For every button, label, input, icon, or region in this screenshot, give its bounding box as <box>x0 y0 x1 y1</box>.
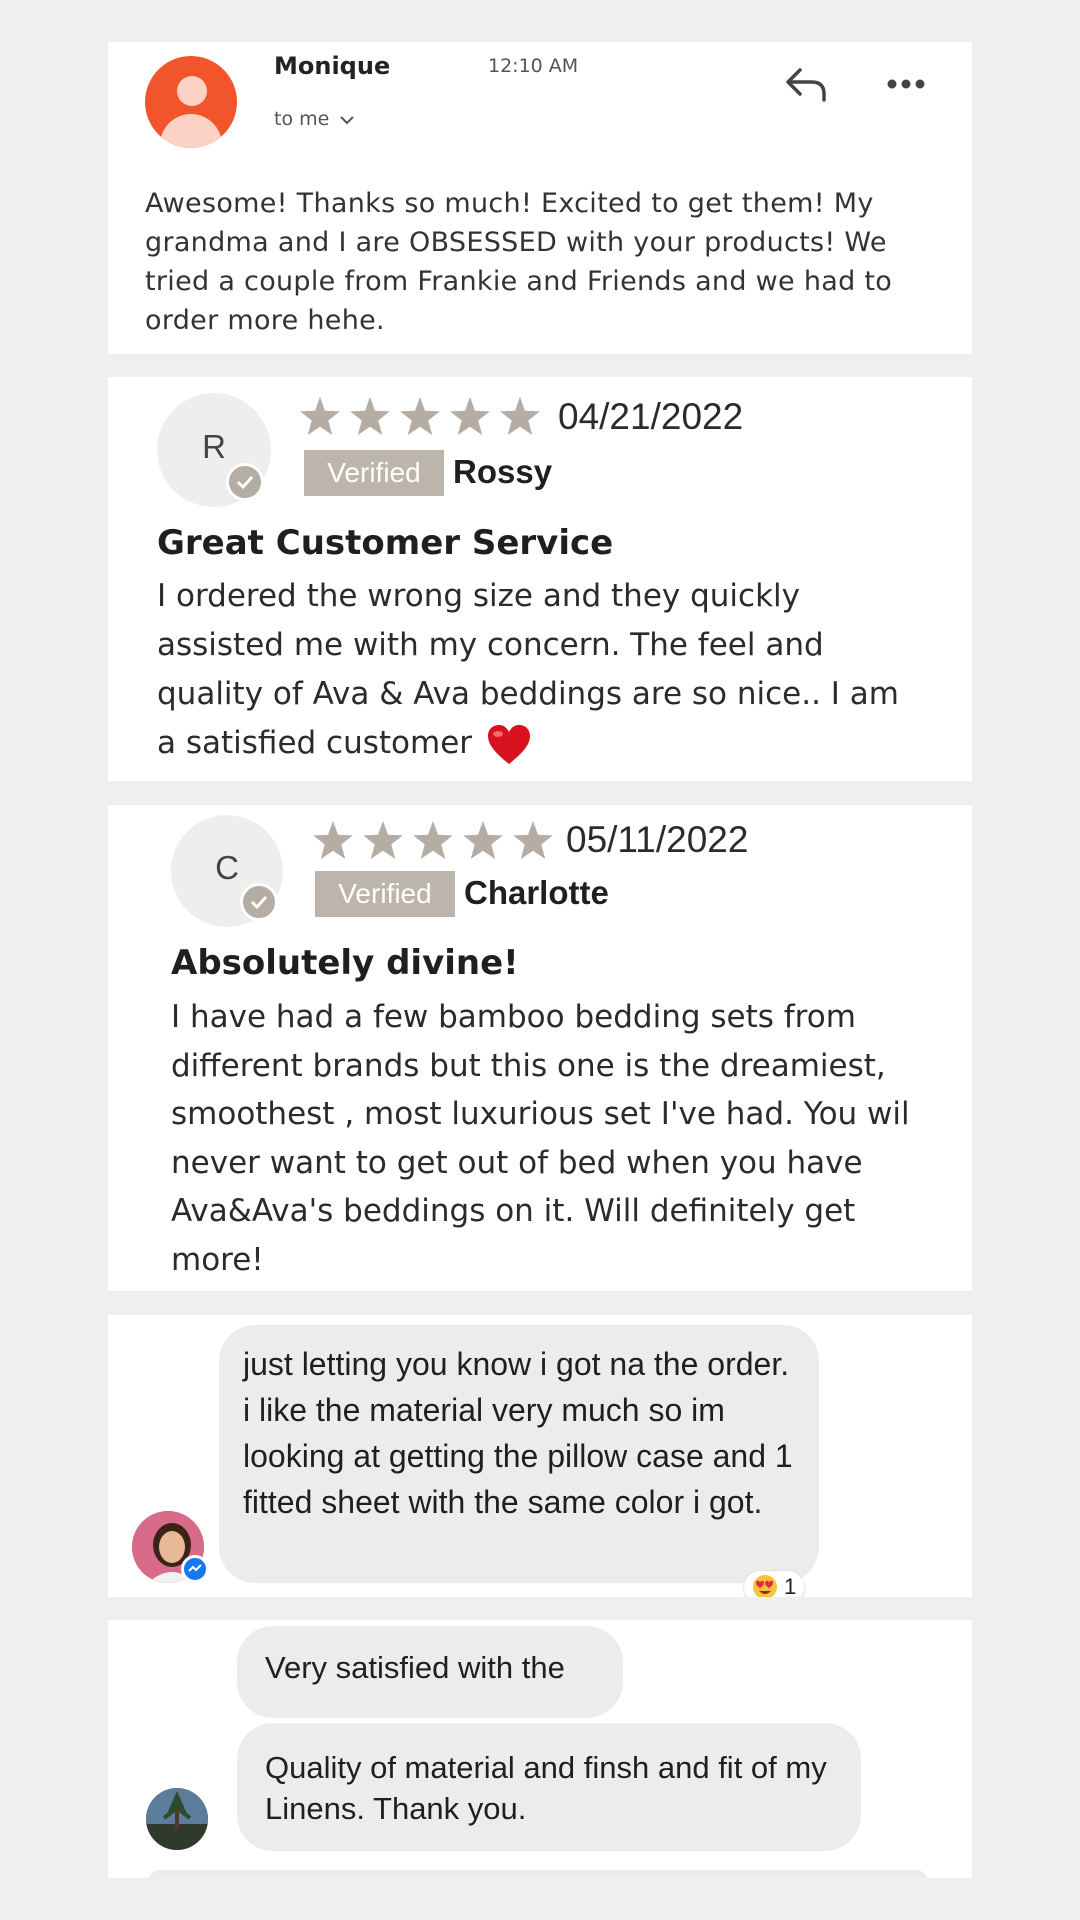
star-icon <box>300 397 340 435</box>
heart-icon <box>487 724 530 764</box>
sender-avatar[interactable] <box>145 56 237 148</box>
chevron-down-icon <box>340 115 355 124</box>
reaction-count: 1 <box>784 1574 797 1597</box>
star-icon <box>500 397 540 435</box>
message-bubble[interactable]: Very satisfied with the <box>237 1626 623 1718</box>
messenger-card: Very satisfied with the Quality of mater… <box>108 1620 972 1878</box>
email-time: 12:10 AM <box>488 55 579 77</box>
message-bubble[interactable]: Quality of material and finsh and fit of… <box>237 1723 861 1851</box>
reply-icon[interactable] <box>784 64 830 104</box>
recipient-label: to me <box>274 108 330 130</box>
star-rating <box>313 821 553 859</box>
recipient-toggle[interactable]: to me <box>274 108 355 130</box>
review-text: I have had a few bamboo bedding sets fro… <box>171 999 910 1278</box>
message-reaction[interactable]: 1 <box>744 1571 805 1597</box>
messenger-card: just letting you know i got na the order… <box>108 1315 972 1597</box>
more-icon[interactable] <box>886 78 926 90</box>
avatar-body-shape <box>160 114 222 148</box>
star-icon <box>413 821 453 859</box>
avatar-head-shape <box>177 76 207 106</box>
partial-message-bubble <box>148 1870 928 1878</box>
review-date: 05/11/2022 <box>566 819 749 860</box>
reviewer-name: Rossy <box>453 453 553 490</box>
heart-eyes-emoji-icon <box>753 1575 777 1597</box>
review-card: R 04/21/2022 Verified Rossy Great Custom… <box>108 377 972 781</box>
star-icon <box>463 821 503 859</box>
verified-check-icon <box>240 883 278 921</box>
reviewer-name: Charlotte <box>464 874 609 911</box>
email-message-card: Monique 12:10 AM to me Awesome! Thanks s… <box>108 42 972 354</box>
sender-name[interactable]: Monique <box>274 52 390 80</box>
star-icon <box>450 397 490 435</box>
star-icon <box>400 397 440 435</box>
review-card: C 05/11/2022 Verified Charlotte Absolute… <box>108 805 972 1291</box>
star-rating <box>300 397 540 435</box>
review-date: 04/21/2022 <box>558 396 744 437</box>
star-icon <box>350 397 390 435</box>
review-title: Absolutely divine! <box>171 943 519 983</box>
verified-check-icon <box>226 463 264 501</box>
messenger-icon <box>181 1555 209 1583</box>
verified-badge: Verified <box>315 871 455 917</box>
star-icon <box>313 821 353 859</box>
star-icon <box>363 821 403 859</box>
email-body-text: Awesome! Thanks so much! Excited to get … <box>145 188 893 336</box>
star-icon <box>513 821 553 859</box>
customer-avatar[interactable] <box>146 1788 208 1850</box>
review-title: Great Customer Service <box>157 523 614 563</box>
review-text-wrapper: I ordered the wrong size and they quickl… <box>157 572 917 768</box>
verified-badge: Verified <box>304 450 444 496</box>
message-bubble[interactable]: just letting you know i got na the order… <box>219 1325 819 1583</box>
